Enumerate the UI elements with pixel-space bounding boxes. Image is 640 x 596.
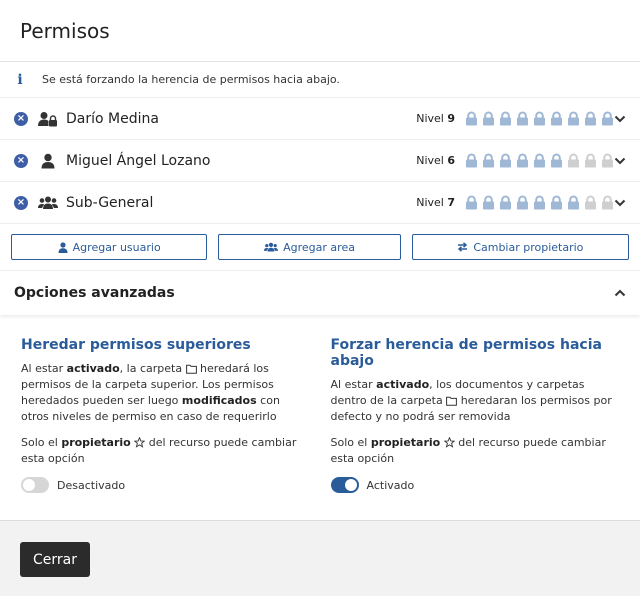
lock-icon-active[interactable] [482,195,495,210]
modal-title: Permisos [20,18,110,43]
modal-header: Permisos [0,0,640,62]
advanced-options-header[interactable]: Opciones avanzadas [0,271,640,315]
add-area-button[interactable]: Agregar area [218,234,401,260]
permission-row: × Darío Medina Nivel 9 [0,98,640,140]
lock-icon-active[interactable] [533,111,546,126]
advanced-options-body: Heredar permisos superiores Al estar act… [0,315,640,521]
lock-icon-active[interactable] [550,195,563,210]
level-indicator: Nivel 6 [416,153,614,168]
inherit-owner-note: Solo el propietario del recurso puede ca… [21,436,297,465]
swap-arrows-icon [458,242,468,252]
lock-meter[interactable] [465,111,614,126]
row-name: Miguel Ángel Lozano [66,152,211,169]
lock-icon-active[interactable] [499,153,512,168]
change-owner-button[interactable]: Cambiar propietario [411,234,629,260]
level-indicator: Nivel 9 [416,111,614,126]
inherit-toggle-label: Desactivado [57,478,126,492]
lock-icon-active[interactable] [499,111,512,126]
lock-icon-active[interactable] [499,195,512,210]
lock-icon-active[interactable] [465,195,478,210]
permission-row: × Sub-General Nivel 7 [0,182,640,224]
lock-icon-active[interactable] [482,153,495,168]
lock-icon-active[interactable] [550,111,563,126]
folder-icon [446,396,458,406]
level-label: Nivel 7 [416,196,455,209]
modal-footer: Cerrar [0,521,640,596]
level-indicator: Nivel 7 [416,195,614,210]
lock-icon-active[interactable] [516,111,529,126]
lock-icon-inactive[interactable] [567,153,580,168]
inherit-title: Heredar permisos superiores [21,337,251,353]
inherit-option: Heredar permisos superiores Al estar act… [21,335,331,520]
force-owner-note: Solo el propietario del recurso puede ca… [330,436,606,465]
star-icon [134,437,146,448]
lock-icon-active[interactable] [465,111,478,126]
force-description: Al estar activado, los documentos y carp… [330,378,612,423]
remove-icon[interactable]: × [14,195,28,210]
toggle-knob [23,479,35,491]
lock-icon-active[interactable] [567,111,580,126]
force-title: Forzar herencia de permisos hacia abajo [330,337,602,369]
force-option: Forzar herencia de permisos hacia abajo … [330,335,640,520]
lock-meter[interactable] [465,153,614,168]
permission-row: × Miguel Ángel Lozano Nivel 6 [0,140,640,182]
level-label: Nivel 6 [416,154,455,167]
inherit-toggle-row: Desactivado [21,477,311,493]
row-name: Darío Medina [66,110,159,127]
chevron-down-icon[interactable] [614,155,626,167]
lock-icon-inactive[interactable] [584,195,597,210]
lock-icon-inactive[interactable] [601,195,614,210]
force-toggle[interactable] [330,477,359,493]
info-text: Se está forzando la herencia de permisos… [42,73,340,86]
lock-icon-inactive[interactable] [601,153,614,168]
inherit-toggle[interactable] [21,477,49,493]
info-icon: i [17,71,23,88]
info-banner: i Se está forzando la herencia de permis… [0,62,640,98]
level-label: Nivel 9 [416,112,455,125]
chevron-down-icon[interactable] [614,113,626,125]
lock-icon-active[interactable] [482,111,495,126]
lock-icon-active[interactable] [567,195,580,210]
remove-icon[interactable]: × [14,111,28,126]
users-icon [264,242,279,252]
users-icon [38,195,58,211]
inherit-description: Al estar activado, la carpeta heredará l… [21,362,280,423]
lock-icon-active[interactable] [516,153,529,168]
lock-icon-inactive[interactable] [584,153,597,168]
lock-icon-active[interactable] [601,111,614,126]
advanced-options-title: Opciones avanzadas [14,285,175,301]
actions-bar: Agregar usuario Agregar area Cambiar pro… [0,224,640,271]
row-name: Sub-General [66,194,154,211]
force-toggle-row: Activado [330,477,621,493]
lock-meter[interactable] [465,195,614,210]
lock-icon-active[interactable] [533,195,546,210]
lock-icon-active[interactable] [465,153,478,168]
chevron-up-icon[interactable] [614,287,626,299]
user-icon [38,153,58,169]
chevron-down-icon[interactable] [614,197,626,209]
folder-icon [185,364,197,374]
force-toggle-label: Activado [366,478,415,492]
close-button[interactable]: Cerrar [20,542,90,577]
lock-icon-active[interactable] [550,153,563,168]
lock-icon-active[interactable] [533,153,546,168]
user-lock-icon [38,111,58,127]
lock-icon-active[interactable] [516,195,529,210]
add-user-button[interactable]: Agregar usuario [11,234,208,260]
user-icon [58,241,68,253]
remove-icon[interactable]: × [14,153,28,168]
lock-icon-active[interactable] [584,111,597,126]
toggle-knob [344,479,357,491]
permissions-modal: Permisos i Se está forzando la herencia … [0,0,640,596]
star-icon [443,437,455,448]
